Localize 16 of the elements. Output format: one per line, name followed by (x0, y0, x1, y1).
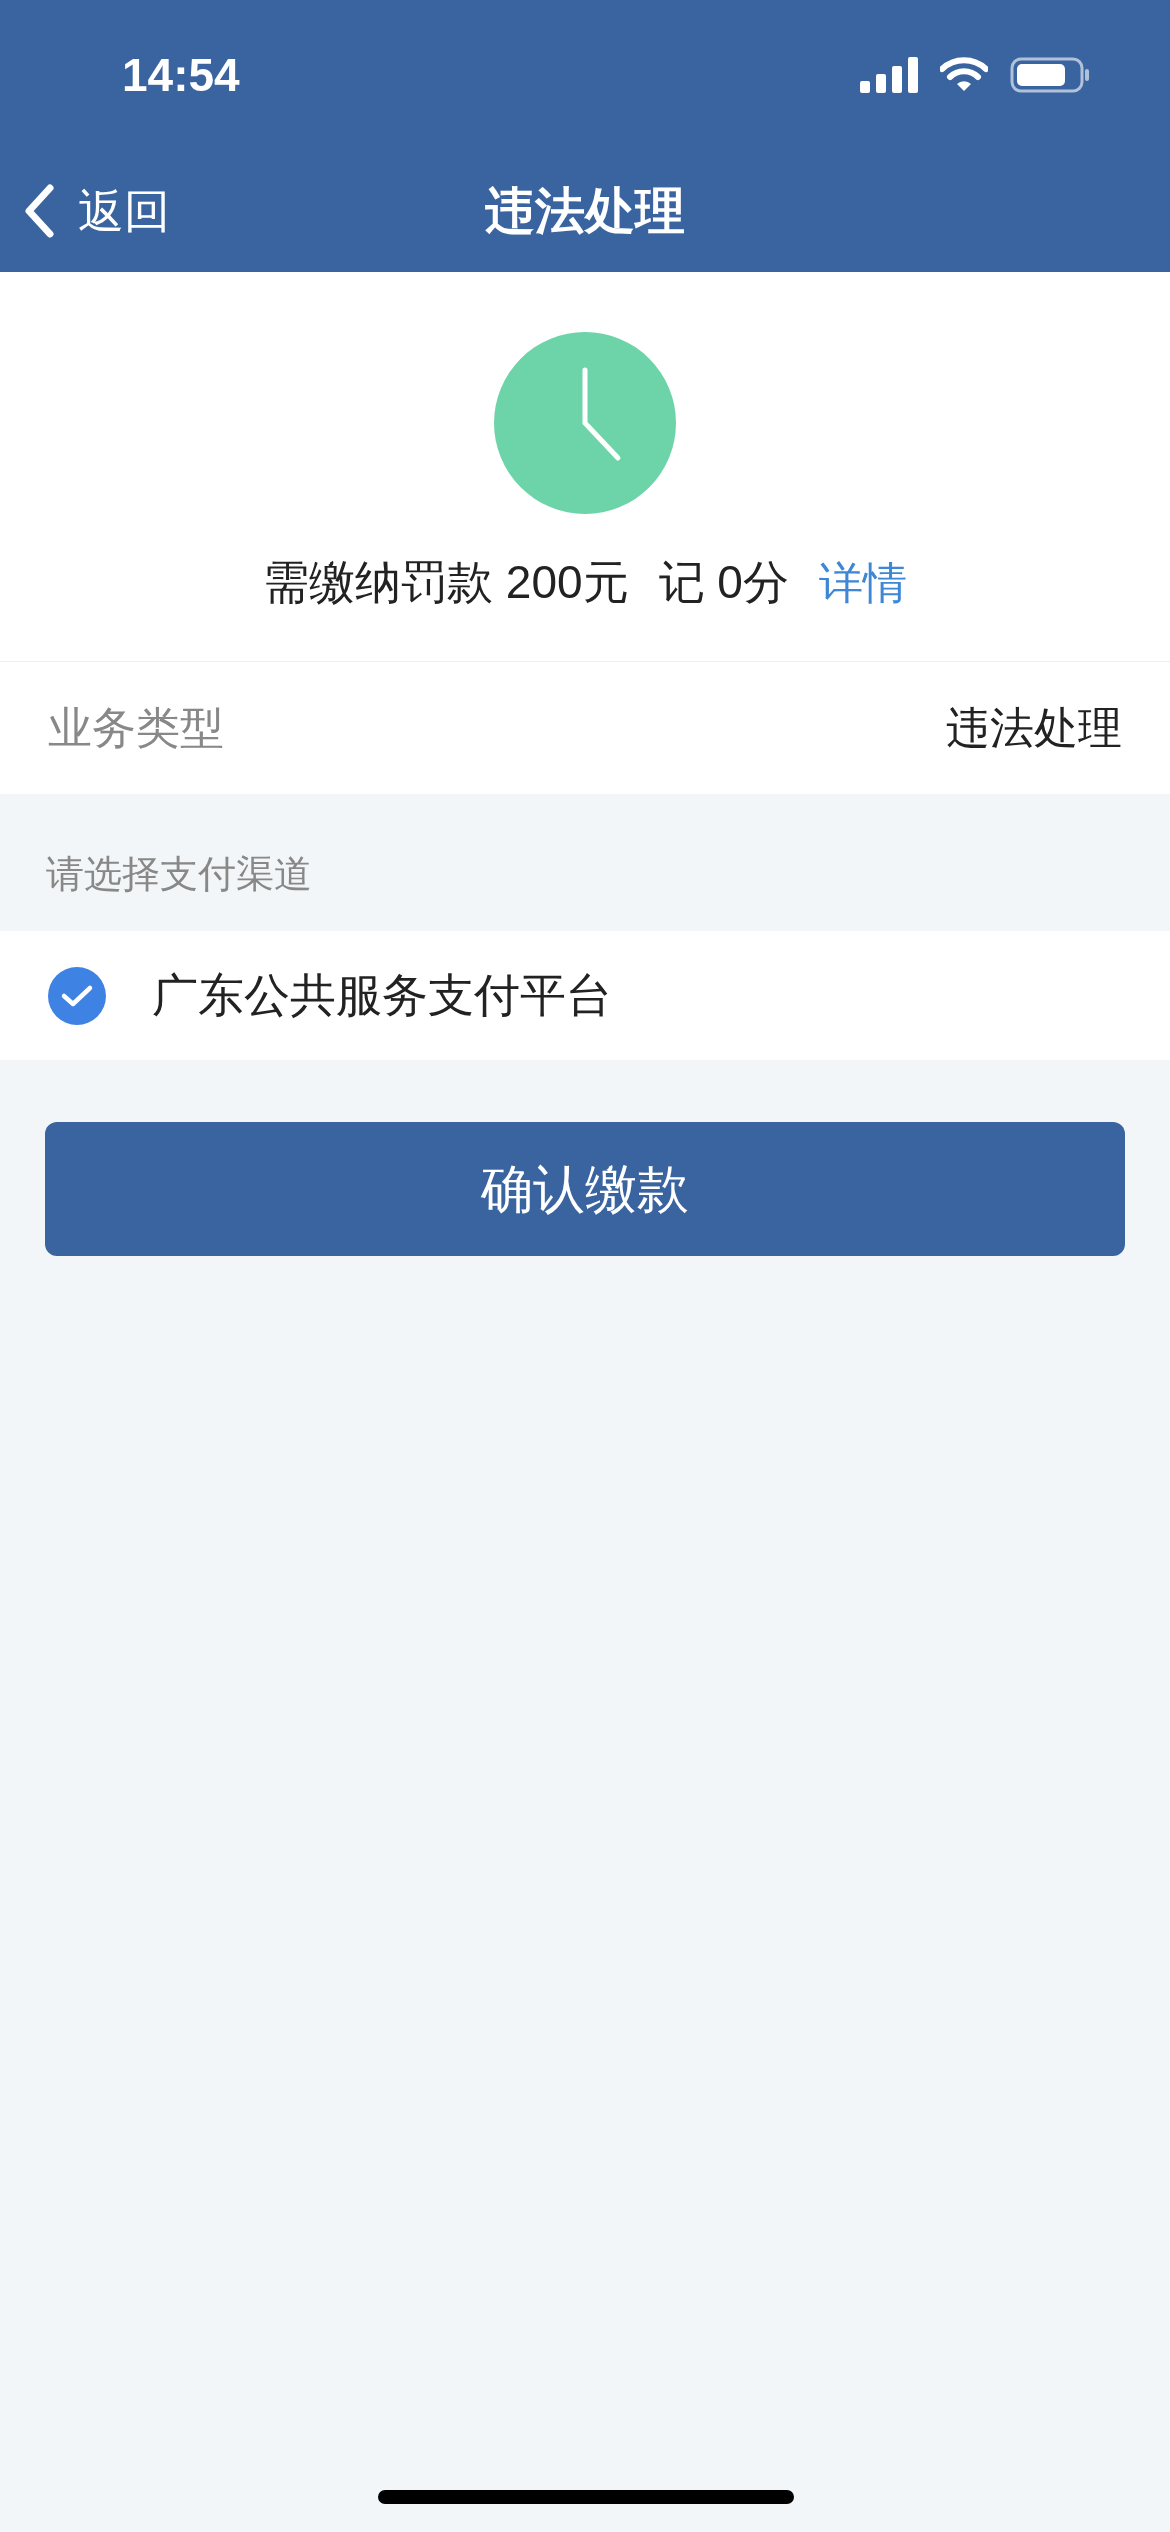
field-value: 违法处理 (946, 702, 1122, 754)
clock-icon (494, 332, 676, 514)
battery-icon (1010, 57, 1090, 93)
details-link[interactable]: 详情 (818, 549, 907, 616)
points-text: 记 0分 (658, 555, 789, 610)
fine-amount-text: 需缴纳罚款 200元 (263, 555, 629, 610)
chevron-left-icon (24, 184, 54, 238)
section-heading: 请选择支付渠道 (45, 852, 313, 897)
status-time: 14:54 (122, 47, 240, 103)
confirm-payment-button[interactable]: 确认缴款 (45, 1122, 1125, 1256)
back-button[interactable]: 返回 (24, 176, 170, 246)
wifi-icon (940, 57, 988, 93)
payment-option[interactable]: 广东公共服务支付平台 (0, 931, 1170, 1060)
signal-icon (860, 57, 918, 93)
field-label: 业务类型 (48, 702, 224, 754)
page-title: 违法处理 (485, 181, 685, 241)
